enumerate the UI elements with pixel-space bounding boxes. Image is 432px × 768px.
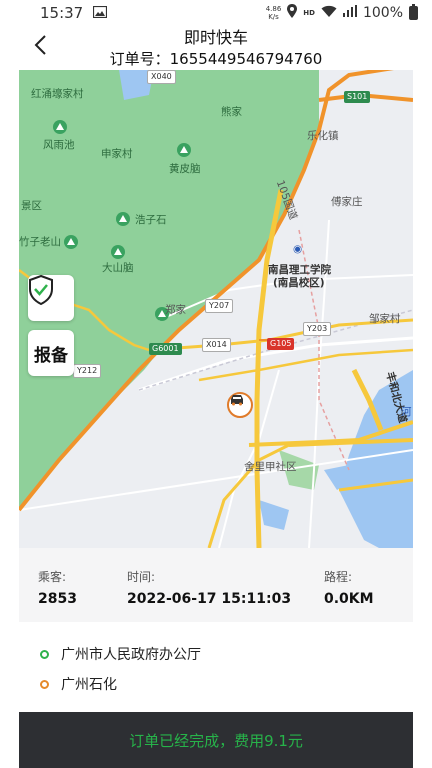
map-label: 乐化镇 xyxy=(307,130,339,142)
mountain-peak-icon xyxy=(116,212,130,226)
road-tag: X014 xyxy=(202,338,231,352)
map-label: 舍里甲社区 xyxy=(244,461,297,473)
trip-info-panel: 乘客: 2853 时间: 2022-06-17 15:11:03 路程: 0.0… xyxy=(19,548,413,622)
signal-icon xyxy=(342,5,357,21)
end-address-text: 广州石化 xyxy=(61,677,117,693)
time-value: 2022-06-17 15:11:03 xyxy=(127,591,292,607)
start-address: 广州市人民政府办公厅 xyxy=(40,644,201,664)
map-label: 邹家村 xyxy=(369,313,401,325)
back-arrow-icon[interactable] xyxy=(30,34,52,56)
map-label: 大山脑 xyxy=(102,262,134,274)
time-label: 时间: xyxy=(127,570,156,584)
end-dot-icon xyxy=(40,679,49,689)
start-address-text: 广州市人民政府办公厅 xyxy=(61,647,201,663)
map-label: 浩子石 xyxy=(135,214,167,226)
location-icon xyxy=(287,4,298,22)
hd-badge: HD xyxy=(303,9,315,17)
road-tag: Y212 xyxy=(73,364,102,378)
mountain-peak-icon xyxy=(53,120,67,134)
order-number: 订单号：1655449546794760 xyxy=(109,50,323,68)
map-label: 申家村 xyxy=(101,148,133,160)
order-status-text: 订单已经完成，费用9.1元 xyxy=(129,731,303,750)
report-button[interactable]: 报备 xyxy=(28,330,74,376)
network-speed: 4.86 K/s xyxy=(265,5,282,21)
map-label: 郑家 xyxy=(165,304,186,316)
header: 即时快车 订单号：1655449546794760 xyxy=(0,26,432,70)
road-tag: X040 xyxy=(147,70,176,84)
map-label: 熊家 xyxy=(221,106,242,118)
road-tag: Y203 xyxy=(303,322,332,336)
mountain-peak-icon xyxy=(177,143,191,157)
car-location-icon xyxy=(227,392,253,418)
status-bar: 15:37 4.86 K/s HD 100% xyxy=(0,0,432,26)
map-label: 竹子老山 xyxy=(19,236,61,248)
school-marker-icon: ◉ xyxy=(293,243,303,255)
road-tag: Y207 xyxy=(205,299,234,313)
map-label: 景区 xyxy=(21,200,42,212)
passenger-info: 乘客: 2853 xyxy=(38,568,77,607)
wifi-icon xyxy=(321,5,337,21)
end-address: 广州石化 xyxy=(40,674,117,694)
road-tag: S101 xyxy=(344,91,371,103)
map-label: 红涌壕家村 xyxy=(31,88,84,100)
battery-icon xyxy=(409,4,418,20)
road-tag: G105 xyxy=(267,338,295,350)
image-notification-icon xyxy=(93,4,108,22)
passenger-label: 乘客: xyxy=(38,570,67,584)
map-label: 傅家庄 xyxy=(331,196,363,208)
passenger-value: 2853 xyxy=(38,591,77,607)
distance-label: 路程: xyxy=(324,570,353,584)
distance-info: 路程: 0.0KM xyxy=(324,568,374,607)
order-status-bar: 订单已经完成，费用9.1元 xyxy=(19,712,413,768)
mountain-peak-icon xyxy=(111,245,125,259)
map-label: 黄皮脑 xyxy=(169,163,201,175)
page-title: 即时快车 xyxy=(183,28,248,47)
map-label: 河 xyxy=(401,406,412,418)
map-label: (南昌校区) xyxy=(273,277,325,289)
road-tag: G6001 xyxy=(149,343,182,355)
distance-value: 0.0KM xyxy=(324,591,374,607)
safety-shield-button[interactable] xyxy=(28,275,74,321)
route-map[interactable]: 红涌壕家村 熊家 风雨池 申家村 黄皮脑 景区 浩子石 竹子老山 大山脑 乐化镇… xyxy=(19,70,413,548)
mountain-peak-icon xyxy=(64,235,78,249)
start-dot-icon xyxy=(40,649,49,659)
map-label: 风雨池 xyxy=(43,139,75,151)
battery-percent: 100% xyxy=(362,5,403,21)
time-info: 时间: 2022-06-17 15:11:03 xyxy=(127,568,291,607)
clock: 15:37 xyxy=(40,4,84,22)
